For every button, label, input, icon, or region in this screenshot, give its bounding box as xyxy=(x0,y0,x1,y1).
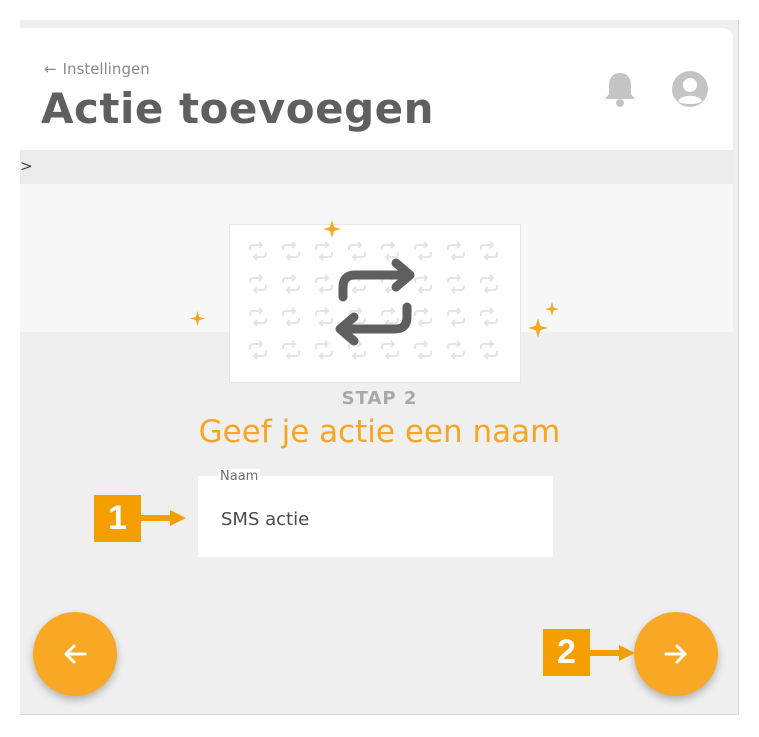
back-link-label: Instellingen xyxy=(62,60,150,78)
sparkle-icon xyxy=(323,220,341,238)
name-field-label: Naam xyxy=(218,469,261,484)
sparkle-icon xyxy=(545,302,559,316)
back-link[interactable]: ← Instellingen xyxy=(44,60,150,78)
callout-badge-1: 1 xyxy=(94,495,141,542)
step-title: Geef je actie een naam xyxy=(198,414,561,450)
step-label: STAP 2 xyxy=(341,388,418,409)
next-step-button[interactable] xyxy=(634,612,718,696)
sparkle-icon xyxy=(190,311,205,326)
step-illustration xyxy=(229,224,521,383)
page-title: Actie toevoegen xyxy=(41,84,435,133)
callout-arrow-icon xyxy=(589,645,635,661)
breadcrumb-bar xyxy=(20,150,733,184)
name-input[interactable] xyxy=(221,505,531,533)
repeat-pattern-background xyxy=(249,241,498,360)
breadcrumb[interactable]: > xyxy=(20,157,33,175)
callout-badge-2: 2 xyxy=(543,629,590,676)
arrow-left-icon xyxy=(64,644,87,664)
bell-icon[interactable] xyxy=(602,70,638,108)
back-arrow-icon: ← xyxy=(44,60,57,78)
repeat-icon xyxy=(335,258,415,346)
previous-step-button[interactable] xyxy=(33,612,117,696)
arrow-right-icon xyxy=(664,644,687,664)
sparkle-icon xyxy=(528,318,548,338)
callout-arrow-icon xyxy=(140,510,186,526)
user-avatar-icon[interactable] xyxy=(671,70,709,108)
